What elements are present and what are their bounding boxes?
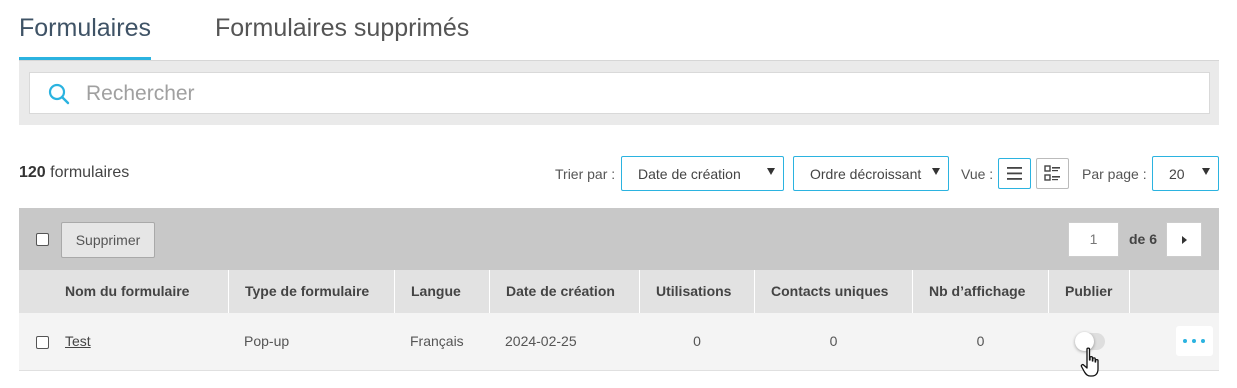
- table-header: Nom du formulaire Type de formulaire Lan…: [19, 270, 1219, 313]
- more-icon-dot: [1192, 339, 1196, 343]
- more-icon-dot: [1201, 339, 1205, 343]
- search-box: [29, 72, 1210, 114]
- per-page-value: 20: [1169, 166, 1185, 182]
- per-page-label: Par page :: [1082, 166, 1147, 182]
- chevron-down-icon: [932, 168, 940, 175]
- tab-formulaires-supprimes[interactable]: Formulaires supprimés: [215, 14, 469, 43]
- order-select[interactable]: Ordre décroissant: [793, 156, 949, 191]
- per-page-select[interactable]: 20: [1152, 156, 1219, 191]
- sort-select-value: Date de création: [638, 166, 741, 182]
- search-bar: [19, 61, 1219, 125]
- column-header-actions: [1129, 270, 1219, 313]
- column-header[interactable]: Date de création: [489, 270, 640, 313]
- search-input[interactable]: [86, 79, 1186, 109]
- column-header[interactable]: Type de formulaire: [228, 270, 395, 313]
- bulk-action-bar: Supprimer 1 de 6: [19, 208, 1219, 270]
- delete-button[interactable]: Supprimer: [61, 222, 155, 258]
- column-header[interactable]: Utilisations: [639, 270, 755, 313]
- column-header[interactable]: Publier: [1048, 270, 1130, 313]
- unique-contacts-cell: 0: [829, 333, 838, 349]
- row-checkbox[interactable]: [36, 336, 49, 349]
- sort-select[interactable]: Date de création: [621, 156, 784, 191]
- form-name-link[interactable]: Test: [65, 333, 91, 349]
- form-count: 120 formulaires: [19, 164, 129, 182]
- column-header[interactable]: Langue: [394, 270, 490, 313]
- view-label: Vue :: [961, 166, 994, 182]
- form-name-cell: Test: [49, 313, 229, 371]
- search-icon: [48, 83, 70, 105]
- column-header[interactable]: Nb d’affichage: [912, 270, 1049, 313]
- grid-view-button[interactable]: [1036, 158, 1069, 189]
- form-type-cell: Pop-up: [244, 333, 290, 349]
- created-date-cell: 2024-02-25: [505, 333, 577, 349]
- more-icon: [1183, 339, 1187, 343]
- tabs: Formulaires Formulaires supprimés: [19, 0, 1219, 62]
- order-select-value: Ordre décroissant: [810, 166, 922, 182]
- form-count-label: formulaires: [45, 164, 130, 181]
- table-row: Test Pop-up Français 2024-02-25 0 0 0: [19, 313, 1219, 377]
- sort-label: Trier par :: [555, 166, 616, 182]
- list-view-button[interactable]: [998, 158, 1031, 189]
- list-view-icon: [1007, 167, 1022, 180]
- grid-view-icon: [1044, 165, 1060, 181]
- uses-cell: 0: [693, 333, 701, 349]
- views-cell: 0: [976, 333, 985, 349]
- chevron-down-icon: [1202, 168, 1210, 175]
- column-header[interactable]: Nom du formulaire: [49, 270, 229, 313]
- hand-cursor-icon: [1080, 347, 1099, 377]
- chevron-down-icon: [767, 168, 775, 175]
- tab-formulaires[interactable]: Formulaires: [19, 14, 151, 43]
- next-page-button[interactable]: [1166, 222, 1202, 257]
- page-number-input[interactable]: 1: [1068, 222, 1119, 257]
- page-total: de 6: [1129, 231, 1158, 247]
- language-cell: Français: [410, 333, 464, 349]
- column-header[interactable]: Contacts uniques: [754, 270, 913, 313]
- select-all-checkbox[interactable]: [36, 233, 49, 246]
- more-actions-button[interactable]: [1176, 326, 1213, 356]
- form-count-number: 120: [19, 164, 46, 181]
